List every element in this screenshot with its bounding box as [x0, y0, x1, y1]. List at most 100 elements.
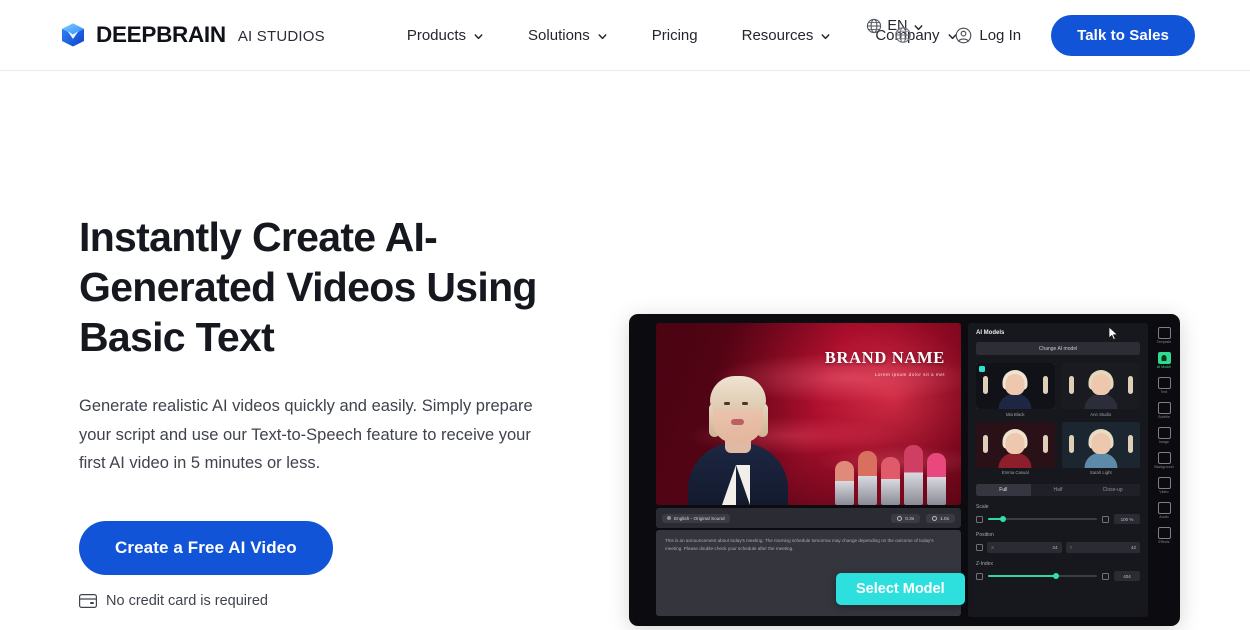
user-circle-icon — [955, 27, 972, 44]
scale-control: Scale 100 % — [976, 504, 1140, 524]
x-value: 24 — [1052, 545, 1058, 550]
no-credit-card-note: No credit card is required — [79, 593, 560, 609]
layer-icon — [976, 572, 983, 580]
nav-item-resources[interactable]: Resources — [720, 19, 854, 52]
video-stage[interactable]: BRAND NAME Lorem ipsum dolor sit a met — [656, 323, 961, 505]
language-label: EN — [887, 18, 908, 34]
hero-subtitle: Generate realistic AI videos quickly and… — [79, 397, 533, 473]
rail-item-audio[interactable]: Audio — [1151, 500, 1177, 521]
create-free-ai-video-button[interactable]: Create a Free AI Video — [79, 520, 333, 575]
site-header: DEEPBRAIN AI STUDIOS Products Solutions … — [0, 0, 1250, 71]
stage-brand-name: BRAND NAME — [824, 348, 945, 367]
zindex-control: Z-Index 404 — [976, 561, 1140, 581]
position-y-input[interactable]: Y 42 — [1065, 542, 1140, 553]
y-axis-label: Y — [1069, 545, 1073, 550]
rail-item-template[interactable]: Template — [1151, 325, 1177, 346]
select-model-button[interactable]: Select Model — [836, 573, 965, 605]
login-link[interactable]: Log In — [941, 19, 1035, 52]
nav-label: Solutions — [528, 26, 590, 44]
rail-label: Background — [1154, 465, 1174, 469]
position-control: Position X 24 Y 42 — [976, 532, 1140, 553]
model-name: Ann Studio — [1090, 411, 1112, 417]
video-icon — [1157, 477, 1171, 489]
subtitle-icon — [1157, 402, 1171, 414]
rail-label: Subtitle — [1158, 415, 1170, 419]
language-switcher[interactable]: EN — [866, 18, 923, 34]
note-label: No credit card is required — [106, 592, 268, 609]
pause-duration-chip-1[interactable]: 0.3s — [891, 513, 921, 523]
text-icon — [1157, 377, 1171, 389]
change-ai-model-button[interactable]: Change AI model — [976, 342, 1140, 355]
stage-brand-text: BRAND NAME Lorem ipsum dolor sit a met — [824, 348, 945, 376]
size-tab-closeup[interactable]: Close-up — [1085, 484, 1140, 496]
product-lipsticks-graphic — [835, 433, 953, 505]
clock-icon — [932, 515, 938, 521]
model-name: Sarah Light — [1089, 470, 1112, 475]
model-card-0[interactable]: Mia Black — [976, 363, 1055, 417]
model-size-tabs: Full Half Close-up — [976, 484, 1140, 496]
mock-pointer-cursor-icon — [1108, 326, 1119, 341]
audio-icon — [1157, 502, 1171, 514]
rail-item-background[interactable]: Background — [1151, 450, 1177, 471]
scale-slider[interactable] — [988, 516, 1097, 522]
position-icon — [976, 544, 983, 551]
rail-item-text[interactable]: Text — [1151, 375, 1177, 396]
credit-card-icon — [79, 593, 97, 608]
app-preview-mock: BRAND NAME Lorem ipsum dolor sit a met E… — [629, 314, 1180, 626]
image-icon — [1157, 427, 1171, 439]
pause-duration-chip-2[interactable]: 1.0s — [926, 513, 955, 523]
rail-item-image[interactable]: Image — [1151, 425, 1177, 446]
brand-wordmark: DEEPBRAIN — [96, 22, 226, 47]
brand-logo-link[interactable]: DEEPBRAIN AI STUDIOS — [60, 22, 325, 48]
rail-item-effects[interactable]: Effects — [1151, 525, 1177, 546]
rail-label: AI Model — [1156, 365, 1172, 369]
language-voice-selector[interactable]: English - Original Sound — [662, 513, 730, 523]
layer-front-icon[interactable] — [1102, 572, 1109, 580]
login-label: Log In — [979, 27, 1022, 44]
chevron-down-icon — [820, 31, 831, 42]
video-editor-mock: BRAND NAME Lorem ipsum dolor sit a met E… — [629, 314, 1180, 626]
size-tab-full[interactable]: Full — [976, 484, 1031, 496]
position-x-input[interactable]: X 24 — [987, 542, 1062, 553]
rail-item-video[interactable]: Video — [1151, 475, 1177, 496]
model-card-1[interactable]: Ann Studio — [1061, 363, 1140, 417]
chevron-down-icon — [473, 31, 484, 42]
size-tab-half[interactable]: Half — [1031, 484, 1086, 496]
model-card-3[interactable]: Sarah Light — [1061, 421, 1140, 475]
rail-item-ai-model[interactable]: AI Model — [1151, 350, 1177, 371]
zindex-value[interactable]: 404 — [1114, 571, 1140, 581]
ai-presenter-avatar — [684, 340, 792, 505]
rail-label: Image — [1159, 440, 1169, 444]
chip-label: 0.3s — [905, 515, 915, 521]
ai-model-grid: Mia Black Ann Studio Emma Casual Sarah L… — [976, 363, 1140, 475]
chip-label: 1.0s — [940, 515, 949, 521]
talk-to-sales-button[interactable]: Talk to Sales — [1051, 15, 1195, 56]
model-card-2[interactable]: Emma Casual — [976, 421, 1055, 475]
position-label: Position — [976, 532, 994, 538]
scale-icon — [976, 515, 983, 523]
rail-label: Audio — [1159, 515, 1169, 519]
template-icon — [1157, 327, 1171, 339]
brand-subtitle: AI STUDIOS — [237, 27, 325, 45]
rail-item-subtitle[interactable]: Subtitle — [1151, 400, 1177, 421]
lock-aspect-icon[interactable] — [1102, 515, 1109, 523]
x-axis-label: X — [991, 545, 995, 550]
ai-model-icon — [1157, 352, 1171, 364]
zindex-label: Z-Index — [976, 561, 993, 567]
hero-section: Instantly Create AI-Generated Videos Usi… — [0, 71, 1250, 630]
editor-tool-rail: Template AI Model Text Subtitle Image Ba… — [1150, 323, 1178, 617]
rail-label: Template — [1156, 340, 1172, 344]
nav-item-products[interactable]: Products — [385, 19, 506, 52]
cube-logo-icon — [60, 22, 86, 48]
nav-item-solutions[interactable]: Solutions — [506, 19, 630, 52]
scale-label: Scale — [976, 504, 989, 510]
model-name: Mia Black — [1005, 411, 1025, 417]
zindex-slider[interactable] — [988, 573, 1097, 579]
ai-models-panel: AI Models Change AI model Mia Black Ann … — [968, 323, 1148, 617]
header-actions: EN Log In Talk to Sales — [867, 0, 1195, 71]
script-toolbar: English - Original Sound 0.3s 1.0s — [656, 508, 961, 528]
nav-label: Resources — [741, 26, 814, 44]
scale-value[interactable]: 100 % — [1114, 514, 1140, 524]
nav-item-pricing[interactable]: Pricing — [630, 19, 720, 52]
hero-copy: Instantly Create AI-Generated Videos Usi… — [0, 71, 560, 630]
